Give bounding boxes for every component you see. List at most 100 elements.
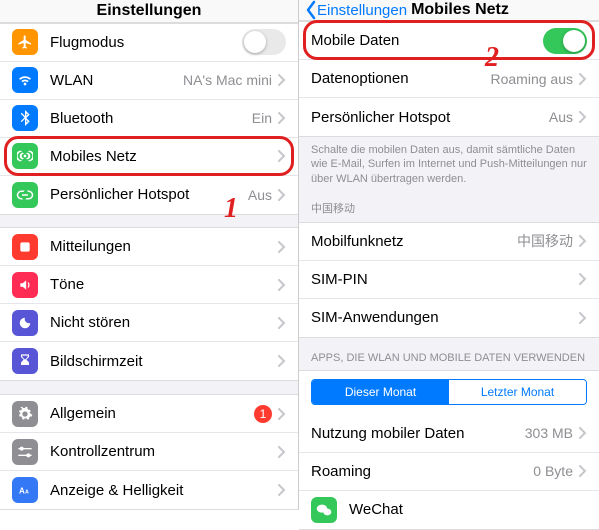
row-value: Aus — [549, 109, 573, 125]
row-display[interactable]: AA Anzeige & Helligkeit — [0, 471, 298, 509]
row-bluetooth[interactable]: Bluetooth Ein — [0, 100, 298, 138]
group-connectivity: Flugmodus WLAN NA's Mac mini Bluetooth E… — [0, 23, 298, 215]
hotspot-icon — [12, 182, 38, 208]
notifications-icon — [12, 234, 38, 260]
row-screentime[interactable]: Bildschirmzeit — [0, 342, 298, 380]
row-label: Nicht stören — [50, 314, 278, 331]
chevron-right-icon — [278, 74, 286, 86]
row-label: Persönlicher Hotspot — [50, 186, 248, 203]
row-label: SIM-Anwendungen — [311, 309, 579, 326]
chevron-right-icon — [278, 317, 286, 329]
chevron-right-icon — [278, 241, 286, 253]
segment-this-month[interactable]: Dieser Monat — [312, 380, 449, 404]
row-value: NA's Mac mini — [183, 72, 272, 88]
cellular-detail-pane: Einstellungen Mobiles Netz Mobile Daten … — [299, 0, 599, 510]
row-label: Bildschirmzeit — [50, 353, 278, 370]
group-usage: Nutzung mobiler Daten 303 MB Roaming 0 B… — [299, 415, 599, 530]
chevron-left-icon — [305, 0, 317, 20]
row-label: Nutzung mobiler Daten — [311, 425, 525, 442]
row-controlcenter[interactable]: Kontrollzentrum — [0, 433, 298, 471]
row-sim-pin[interactable]: SIM-PIN — [299, 261, 599, 299]
row-label: Bluetooth — [50, 110, 252, 127]
group-notifications: Mitteilungen Töne Nicht stören — [0, 227, 298, 381]
row-label: Flugmodus — [50, 34, 242, 51]
row-value: Roaming aus — [491, 71, 574, 87]
row-value: Ein — [252, 110, 272, 126]
svg-text:A: A — [19, 486, 25, 495]
chevron-right-icon — [278, 150, 286, 162]
row-cellular[interactable]: Mobiles Netz — [0, 138, 298, 176]
mobile-data-toggle[interactable] — [543, 28, 587, 54]
chevron-right-icon — [278, 279, 286, 291]
back-label: Einstellungen — [317, 2, 407, 19]
period-segmented: Dieser Monat Letzter Monat — [311, 379, 587, 405]
row-label: Persönlicher Hotspot — [311, 109, 549, 126]
chevron-right-icon — [278, 355, 286, 367]
moon-icon — [12, 310, 38, 336]
chevron-right-icon — [579, 111, 587, 123]
bluetooth-icon — [12, 105, 38, 131]
cellular-icon — [12, 143, 38, 169]
chevron-right-icon — [579, 73, 587, 85]
update-badge: 1 — [254, 405, 272, 423]
detail-title: Mobiles Netz — [411, 1, 509, 19]
row-network[interactable]: Mobilfunknetz 中国移动 — [299, 223, 599, 261]
row-general[interactable]: Allgemein 1 — [0, 395, 298, 433]
row-personal-hotspot[interactable]: Persönlicher Hotspot Aus — [299, 98, 599, 136]
row-label: Roaming — [311, 463, 533, 480]
chevron-right-icon — [278, 112, 286, 124]
carrier-header: 中国移动 — [299, 196, 599, 222]
airplane-icon — [12, 29, 38, 55]
row-value: 0 Byte — [533, 463, 573, 479]
display-icon: AA — [12, 477, 38, 503]
row-label: Mobiles Netz — [50, 148, 278, 165]
chevron-right-icon — [579, 273, 587, 285]
chevron-right-icon — [278, 189, 286, 201]
back-button[interactable]: Einstellungen — [305, 0, 407, 20]
row-hotspot[interactable]: Persönlicher Hotspot Aus — [0, 176, 298, 214]
row-dnd[interactable]: Nicht stören — [0, 304, 298, 342]
airplane-toggle[interactable] — [242, 29, 286, 55]
row-label: Mitteilungen — [50, 238, 278, 255]
chevron-right-icon — [579, 465, 587, 477]
group-mobile-data: Mobile Daten 2 Datenoptionen Roaming aus… — [299, 21, 599, 137]
apps-header: APPS, DIE WLAN UND MOBILE DATEN VERWENDE… — [299, 338, 599, 370]
row-notifications[interactable]: Mitteilungen — [0, 228, 298, 266]
row-label: SIM-PIN — [311, 271, 579, 288]
chevron-right-icon — [579, 427, 587, 439]
row-label: Allgemein — [50, 405, 254, 422]
settings-title: Einstellungen — [0, 0, 298, 23]
gear-icon — [12, 401, 38, 427]
row-data-options[interactable]: 2 Datenoptionen Roaming aus — [299, 60, 599, 98]
chevron-right-icon — [278, 408, 286, 420]
svg-text:A: A — [25, 489, 29, 495]
hourglass-icon — [12, 348, 38, 374]
row-airplane[interactable]: Flugmodus — [0, 24, 298, 62]
chevron-right-icon — [579, 235, 587, 247]
chevron-right-icon — [278, 484, 286, 496]
mobile-data-footer: Schalte die mobilen Daten aus, damit säm… — [299, 137, 599, 196]
row-sounds[interactable]: Töne — [0, 266, 298, 304]
row-sim-apps[interactable]: SIM-Anwendungen — [299, 299, 599, 337]
row-value: 303 MB — [525, 425, 573, 441]
chevron-right-icon — [579, 312, 587, 324]
group-carrier: Mobilfunknetz 中国移动 SIM-PIN SIM-Anwendung… — [299, 222, 599, 338]
row-usage[interactable]: Nutzung mobiler Daten 303 MB — [299, 415, 599, 453]
row-label: Kontrollzentrum — [50, 443, 278, 460]
sounds-icon — [12, 272, 38, 298]
row-label: Mobilfunknetz — [311, 233, 517, 250]
wifi-icon — [12, 67, 38, 93]
chevron-right-icon — [278, 446, 286, 458]
row-label: WLAN — [50, 72, 183, 89]
detail-header: Einstellungen Mobiles Netz — [299, 0, 599, 21]
row-label: Töne — [50, 276, 278, 293]
segment-last-month[interactable]: Letzter Monat — [449, 380, 586, 404]
row-label: Datenoptionen — [311, 70, 491, 87]
row-wlan[interactable]: WLAN NA's Mac mini — [0, 62, 298, 100]
settings-root-pane: Einstellungen Flugmodus WLAN NA's Mac mi… — [0, 0, 299, 510]
group-general: Allgemein 1 Kontrollzentrum AA Anzeige &… — [0, 394, 298, 510]
row-mobile-data[interactable]: Mobile Daten — [299, 22, 599, 60]
row-roaming[interactable]: Roaming 0 Byte — [299, 453, 599, 491]
row-label: Anzeige & Helligkeit — [50, 482, 278, 499]
row-value: Aus — [248, 187, 272, 203]
